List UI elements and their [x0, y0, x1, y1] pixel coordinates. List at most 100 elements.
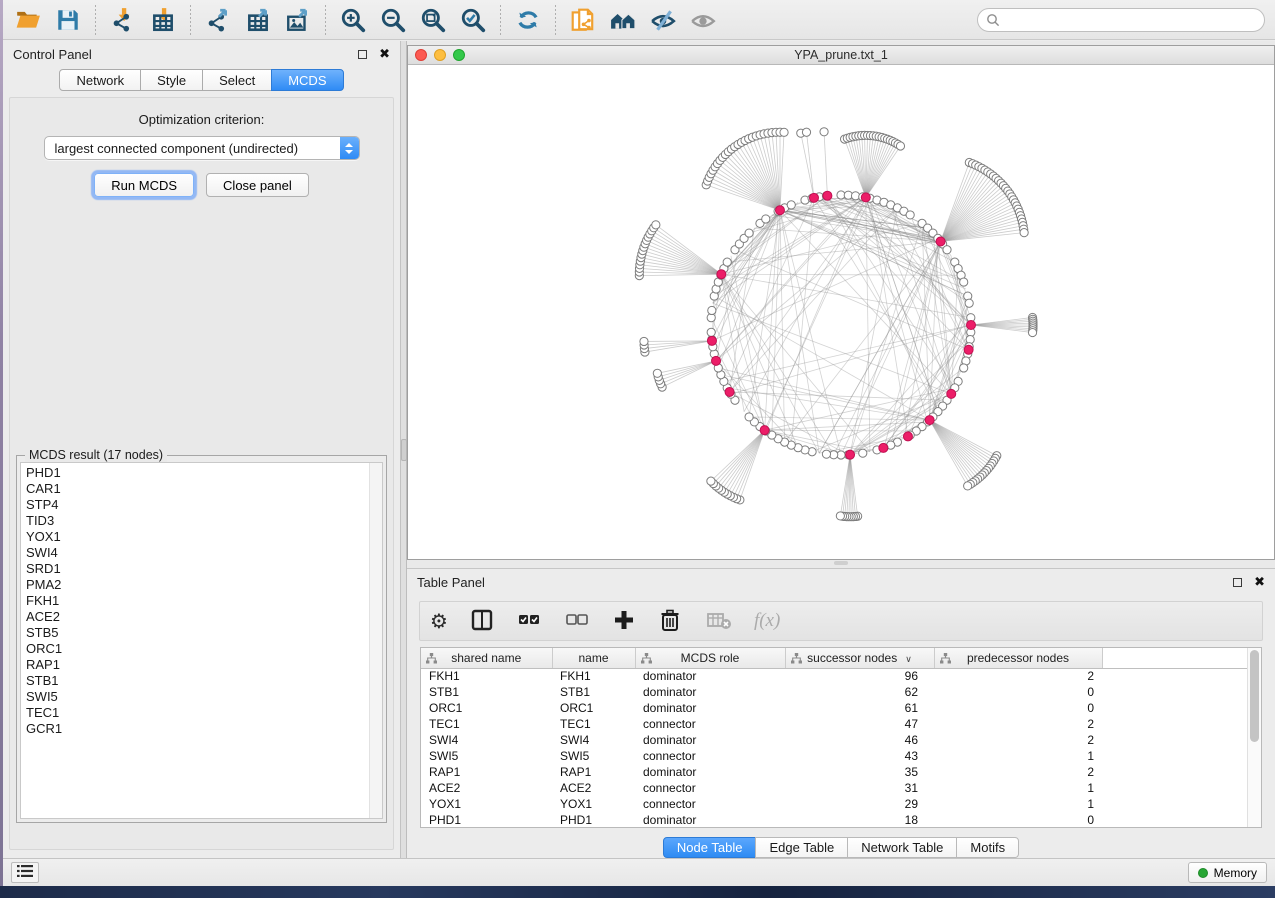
column-header-shared-name[interactable]: shared name [421, 648, 552, 668]
result-node-item[interactable]: SWI5 [26, 689, 369, 705]
neighbors-button[interactable] [603, 4, 643, 36]
tab-select[interactable]: Select [202, 69, 272, 91]
cell: dominator [635, 684, 785, 700]
select-all-rows-button[interactable] [516, 606, 542, 636]
cell: STB1 [552, 684, 635, 700]
cell: 43 [785, 748, 934, 764]
result-node-item[interactable]: SWI4 [26, 545, 369, 561]
import-table-button[interactable] [143, 4, 183, 36]
result-list-scrollbar[interactable] [369, 463, 382, 818]
cell: TEC1 [421, 716, 552, 732]
show-columns-button[interactable] [470, 606, 494, 636]
cell-filler [1102, 716, 1247, 732]
tab-mcds[interactable]: MCDS [271, 69, 343, 91]
cell: 0 [934, 812, 1102, 827]
memory-button[interactable]: Memory [1188, 862, 1267, 883]
close-panel-button[interactable]: Close panel [206, 173, 309, 197]
zoom-fit-button[interactable] [413, 4, 453, 36]
result-node-item[interactable]: TEC1 [26, 705, 369, 721]
result-node-item[interactable]: SRD1 [26, 561, 369, 577]
table-row[interactable]: PHD1PHD1dominator180 [421, 812, 1247, 827]
result-node-item[interactable]: STP4 [26, 497, 369, 513]
tab-network[interactable]: Network [59, 69, 141, 91]
refresh-button[interactable] [508, 4, 548, 36]
desktop-wallpaper-edge [0, 0, 3, 886]
deselect-all-rows-button[interactable] [564, 606, 590, 636]
cell: YOX1 [421, 796, 552, 812]
export-table-button[interactable] [238, 4, 278, 36]
cell: 61 [785, 700, 934, 716]
network-canvas[interactable] [408, 65, 1274, 559]
column-header-successor-nodes[interactable]: successor nodes∨ [785, 648, 934, 668]
result-node-item[interactable]: GCR1 [26, 721, 369, 737]
export-network-button[interactable] [198, 4, 238, 36]
table-row[interactable]: SWI4SWI4dominator462 [421, 732, 1247, 748]
task-history-button[interactable] [11, 862, 39, 883]
export-image-button[interactable] [278, 4, 318, 36]
search-input[interactable] [977, 8, 1265, 32]
network-window-titlebar[interactable]: YPA_prune.txt_1 [408, 46, 1274, 65]
result-node-item[interactable]: STB5 [26, 625, 369, 641]
zoom-in-button[interactable] [333, 4, 373, 36]
select-all-icon [516, 608, 542, 635]
show-all-button[interactable] [683, 4, 723, 36]
result-node-item[interactable]: PMA2 [26, 577, 369, 593]
column-header-predecessor-nodes[interactable]: predecessor nodes [934, 648, 1102, 668]
tab-node-table[interactable]: Node Table [663, 837, 757, 858]
optimization-criterion-select[interactable]: largest connected component (undirected) [44, 136, 360, 160]
result-node-item[interactable]: ACE2 [26, 609, 369, 625]
delete-column-button[interactable] [658, 606, 682, 636]
cell: ORC1 [421, 700, 552, 716]
run-mcds-button[interactable]: Run MCDS [94, 173, 194, 197]
open-file-button[interactable] [8, 4, 48, 36]
cell: ACE2 [552, 780, 635, 796]
column-header-MCDS-role[interactable]: MCDS role [635, 648, 785, 668]
horizontal-splitter[interactable] [407, 560, 1275, 564]
table-row[interactable]: SWI5SWI5connector431 [421, 748, 1247, 764]
node-table: shared namenameMCDS rolesuccessor nodes∨… [420, 647, 1262, 828]
tab-style[interactable]: Style [140, 69, 203, 91]
table-row[interactable]: RAP1RAP1dominator352 [421, 764, 1247, 780]
memory-status-icon [1198, 868, 1208, 878]
float-table-panel-icon[interactable] [1233, 578, 1242, 587]
result-node-item[interactable]: TID3 [26, 513, 369, 529]
tab-edge-table[interactable]: Edge Table [755, 837, 848, 858]
float-panel-icon[interactable] [358, 50, 367, 59]
table-scrollbar-thumb[interactable] [1250, 650, 1259, 742]
cell: RAP1 [552, 764, 635, 780]
table-row[interactable]: ORC1ORC1dominator610 [421, 700, 1247, 716]
table-scrollbar[interactable] [1247, 648, 1261, 827]
cell: PHD1 [552, 812, 635, 827]
create-column-button[interactable] [612, 606, 636, 636]
houses-icon [608, 7, 638, 33]
table-row[interactable]: YOX1YOX1connector291 [421, 796, 1247, 812]
close-table-panel-icon[interactable]: ✖ [1254, 577, 1265, 587]
zoom-selected-button[interactable] [453, 4, 493, 36]
duplicate-network-button[interactable] [563, 4, 603, 36]
cell: dominator [635, 732, 785, 748]
hide-selected-button[interactable] [643, 4, 683, 36]
result-node-item[interactable]: RAP1 [26, 657, 369, 673]
column-type-icon [426, 653, 437, 667]
table-row[interactable]: FKH1FKH1dominator962 [421, 668, 1247, 684]
mcds-result-list[interactable]: PHD1CAR1STP4TID3YOX1SWI4SRD1PMA2FKH1ACE2… [20, 462, 383, 819]
result-node-item[interactable]: FKH1 [26, 593, 369, 609]
table-settings-button[interactable]: ⚙ [430, 606, 448, 636]
delete-table-button [704, 606, 732, 636]
save-session-button[interactable] [48, 4, 88, 36]
tab-network-table[interactable]: Network Table [847, 837, 957, 858]
result-node-item[interactable]: YOX1 [26, 529, 369, 545]
result-node-item[interactable]: PHD1 [26, 465, 369, 481]
table-row[interactable]: ACE2ACE2connector311 [421, 780, 1247, 796]
import-network-button[interactable] [103, 4, 143, 36]
close-panel-icon[interactable]: ✖ [379, 49, 390, 59]
tab-motifs[interactable]: Motifs [956, 837, 1019, 858]
table-row[interactable]: STB1STB1dominator620 [421, 684, 1247, 700]
zoom-out-button[interactable] [373, 4, 413, 36]
table-row[interactable]: TEC1TEC1connector472 [421, 716, 1247, 732]
column-header-name[interactable]: name [552, 648, 635, 668]
result-node-item[interactable]: CAR1 [26, 481, 369, 497]
result-node-item[interactable]: ORC1 [26, 641, 369, 657]
result-node-item[interactable]: STB1 [26, 673, 369, 689]
cell: YOX1 [552, 796, 635, 812]
